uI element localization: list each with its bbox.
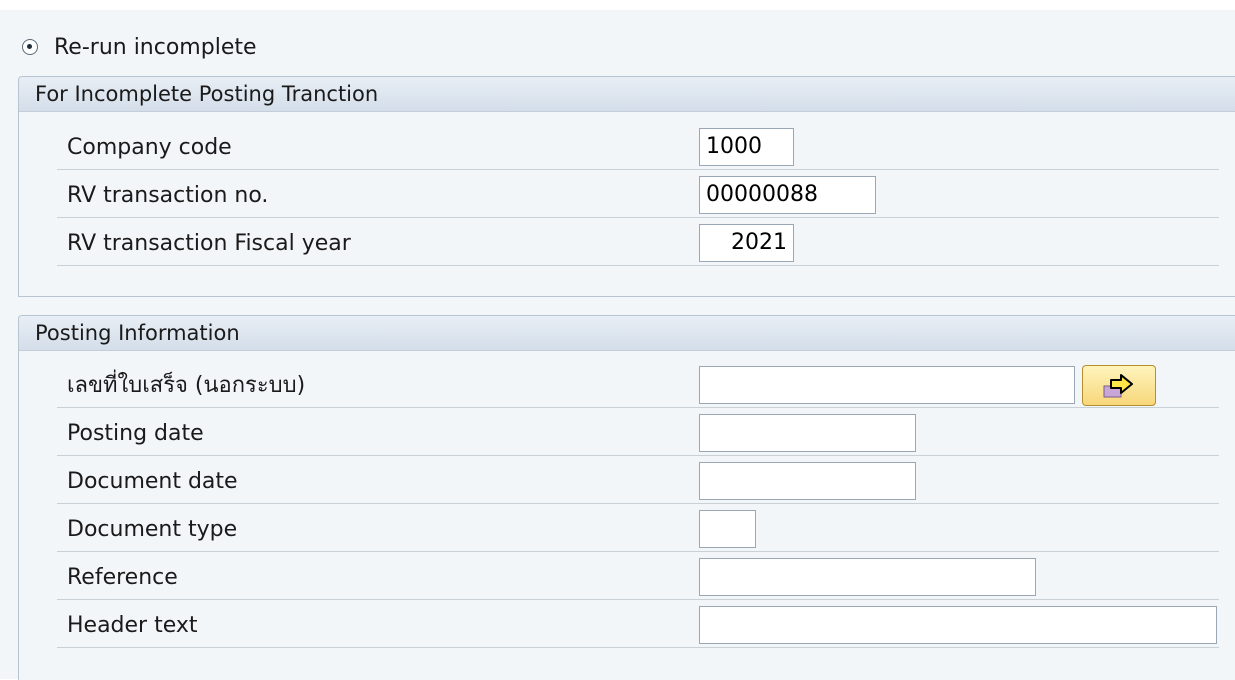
screen: Re-run incomplete For Incomplete Posting… bbox=[0, 0, 1235, 680]
document-date-field[interactable] bbox=[699, 462, 916, 500]
company-code-row: Company code 1000 bbox=[19, 124, 1235, 172]
rv-fiscal-year-field[interactable]: 2021 bbox=[699, 224, 794, 262]
receipt-nav-button[interactable] bbox=[1082, 365, 1156, 406]
rv-fiscal-year-row: RV transaction Fiscal year 2021 bbox=[19, 220, 1235, 268]
arrow-right-icon bbox=[1103, 374, 1133, 398]
company-code-field[interactable]: 1000 bbox=[699, 128, 794, 166]
posting-information-group-title: Posting Information bbox=[19, 316, 1235, 351]
top-strip bbox=[0, 0, 1235, 10]
reference-label: Reference bbox=[57, 556, 1219, 600]
company-code-label: Company code bbox=[57, 126, 1219, 170]
header-text-field[interactable] bbox=[699, 606, 1217, 644]
receipt-no-row: เลขที่ใบเสร็จ (นอกระบบ) bbox=[19, 362, 1235, 410]
incomplete-posting-group-title: For Incomplete Posting Tranction bbox=[19, 77, 1235, 112]
document-type-row: Document type bbox=[19, 506, 1235, 554]
rerun-incomplete-radio[interactable] bbox=[22, 39, 38, 55]
posting-date-field[interactable] bbox=[699, 414, 916, 452]
posting-date-row: Posting date bbox=[19, 410, 1235, 458]
incomplete-posting-group: For Incomplete Posting Tranction Company… bbox=[18, 76, 1235, 297]
document-date-label: Document date bbox=[57, 460, 1219, 504]
document-date-row: Document date bbox=[19, 458, 1235, 506]
rv-transaction-no-row: RV transaction no. 00000088 bbox=[19, 172, 1235, 220]
reference-field[interactable] bbox=[699, 558, 1036, 596]
header-text-row: Header text bbox=[19, 602, 1235, 650]
posting-information-group: Posting Information เลขที่ใบเสร็จ (นอกระ… bbox=[18, 315, 1235, 680]
rv-transaction-no-field[interactable]: 00000088 bbox=[699, 176, 876, 214]
posting-date-label: Posting date bbox=[57, 412, 1219, 456]
reference-row: Reference bbox=[19, 554, 1235, 602]
rv-fiscal-year-label: RV transaction Fiscal year bbox=[57, 222, 1219, 266]
rerun-incomplete-label: Re-run incomplete bbox=[54, 34, 257, 60]
document-type-field[interactable] bbox=[699, 510, 756, 548]
receipt-no-field[interactable] bbox=[699, 366, 1075, 404]
document-type-label: Document type bbox=[57, 508, 1219, 552]
rerun-incomplete-radio-row[interactable]: Re-run incomplete bbox=[22, 30, 257, 64]
rv-transaction-no-label: RV transaction no. bbox=[57, 174, 1219, 218]
